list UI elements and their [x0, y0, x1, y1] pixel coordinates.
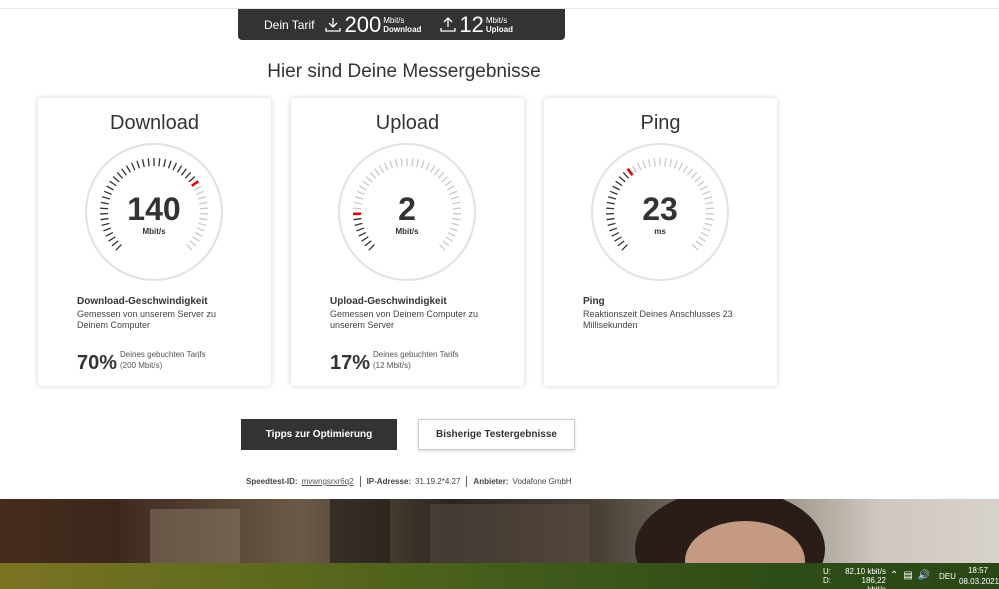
percent-desc-line1: Deines gebuchten Tarifs: [120, 350, 206, 359]
gauge-tick: [400, 158, 403, 167]
clock-time: 18:57: [967, 566, 989, 575]
gauge-unit: Mbit/s: [395, 227, 419, 236]
download-label: D:: [823, 576, 831, 585]
tarif-bar: Dein Tarif 200 Mbit/s Download 12 Mbit/s…: [238, 9, 565, 40]
card-heading: Ping: [583, 296, 605, 307]
download-speed: 186,22 kbit/s: [861, 576, 886, 589]
photo-shapes: [0, 499, 825, 563]
upload-gauge: 2Mbit/s: [338, 143, 476, 281]
card-title: Upload: [375, 112, 440, 134]
percent-desc-line2: (12 Mbit/s): [373, 361, 411, 370]
gauge-tick: [705, 207, 714, 210]
gauge-value: 2: [398, 191, 416, 227]
language-indicator[interactable]: DEU: [939, 572, 956, 581]
gauge-value: 23: [642, 191, 678, 227]
gauge-value: 140: [127, 191, 180, 227]
upload-label: U:: [823, 567, 831, 576]
upload-speed: 82,10 kbit/s: [845, 567, 886, 576]
gauge-tick: [100, 207, 109, 210]
ping-gauge: 23ms: [591, 143, 729, 281]
tarif-download-label: Download: [383, 24, 422, 34]
windows-taskbar: U: D: 82,10 kbit/s 186,22 kbit/s ⌃ ▤ 🔊 D…: [0, 563, 999, 589]
ip-label: IP-Adresse:: [366, 477, 412, 486]
card-percent: 17%: [330, 352, 371, 374]
card-description: Reaktionszeit Deines Anschlusses 23 Mill…: [583, 309, 733, 330]
speedtest-meta: Speedtest-ID: mvwngsrxr6q2 IP-Adresse: 3…: [246, 476, 572, 487]
gauge-unit: ms: [654, 227, 666, 236]
tray-icons: ⌃ ▤ 🔊: [890, 570, 930, 581]
chevron-up-icon[interactable]: ⌃: [890, 570, 898, 581]
gauge-tick: [199, 207, 208, 210]
tips-button[interactable]: Tipps zur Optimierung: [241, 419, 397, 450]
card-title: Ping: [640, 112, 681, 134]
tarif-download-unit: Mbit/s: [383, 15, 405, 25]
percent-desc-line1: Deines gebuchten Tarifs: [373, 350, 459, 359]
provider-value: Vodafone GmbH: [512, 477, 572, 486]
gauge-tick: [452, 207, 461, 210]
download-gauge: 140Mbit/s: [85, 143, 223, 281]
volume-icon[interactable]: 🔊: [918, 570, 930, 581]
gauge-tick: [606, 207, 615, 210]
clock-date: 08.03.2021: [959, 577, 999, 586]
card-title: Download: [110, 112, 199, 134]
card-description: Gemessen von Deinem Computer zu unserem …: [330, 309, 479, 330]
ping-card: Ping 23 ms Ping Reaktionszeit Deines Ansc…: [544, 98, 777, 386]
history-button[interactable]: Bisherige Testergebnisse: [418, 419, 575, 450]
divider: [466, 476, 468, 487]
gauge-tick: [158, 158, 161, 167]
tarif-upload-value: 12: [459, 11, 484, 37]
gauge-tick: [147, 158, 150, 167]
page-title: Hier sind Deine Messergebnisse: [267, 61, 541, 82]
gauge-tick: [653, 158, 656, 167]
card-percent: 70%: [77, 352, 118, 374]
download-card: Download 140 Mbit/s Download-Geschwindigk…: [38, 98, 271, 386]
netspeed-values: 82,10 kbit/s 186,22 kbit/s: [842, 567, 886, 589]
network-icon[interactable]: ▤: [903, 570, 912, 581]
gauge-unit: Mbit/s: [142, 227, 166, 236]
tarif-download-value: 200: [344, 11, 382, 37]
tarif-label: Dein Tarif: [264, 17, 315, 32]
percent-desc-line2: (200 Mbit/s): [120, 361, 163, 370]
speedtest-id-label: Speedtest-ID:: [246, 477, 298, 486]
speedtest-id-link[interactable]: mvwngsrxr6q2: [302, 477, 354, 486]
hero-photo: [0, 499, 999, 563]
card-description: Gemessen von unserem Server zu Deinem Co…: [77, 309, 217, 330]
upload-card: Upload 2 Mbit/s Upload-Geschwindigkeit Ge…: [291, 98, 524, 386]
netspeed-labels: U: D:: [823, 567, 831, 585]
provider-label: Anbieter:: [473, 477, 509, 486]
tarif-upload-label: Upload: [485, 24, 513, 34]
gauge-tick: [411, 158, 414, 167]
top-divider: [0, 0, 999, 9]
clock[interactable]: 18:57 08.03.2021: [959, 565, 999, 587]
card-percent-description: Deines gebuchten Tarifs (12 Mbit/s): [373, 349, 459, 371]
gauge-tick: [353, 207, 362, 210]
gauge-tick: [664, 158, 667, 167]
tarif-upload-unit: Mbit/s: [485, 15, 508, 25]
download-icon: [325, 17, 342, 32]
card-percent-description: Deines gebuchten Tarifs (200 Mbit/s): [120, 349, 206, 371]
upload-icon: [440, 16, 457, 32]
card-heading: Download-Geschwindigkeit: [77, 296, 208, 307]
card-heading: Upload-Geschwindigkeit: [330, 296, 447, 307]
divider: [359, 476, 361, 487]
ip-value: 31.19.2*4.27: [415, 477, 461, 486]
